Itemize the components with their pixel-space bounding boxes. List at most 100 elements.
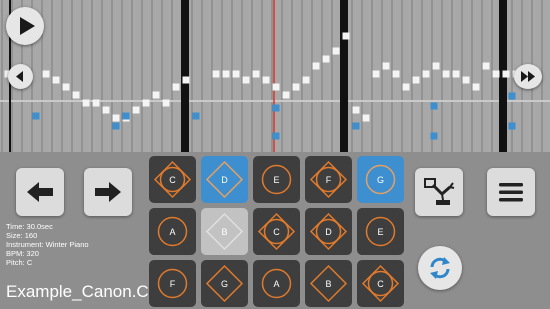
note-white: [152, 91, 160, 99]
note-white: [252, 70, 260, 78]
note-white: [212, 70, 220, 78]
note-key-f[interactable]: F: [149, 260, 196, 307]
note-white: [342, 32, 350, 40]
note-key-d[interactable]: D: [201, 156, 248, 203]
note-blue: [430, 132, 438, 140]
note-white: [242, 76, 250, 84]
fast-forward-button[interactable]: [514, 64, 542, 89]
key-label: D: [221, 174, 228, 185]
hamburger-menu-icon: [499, 183, 523, 202]
note-blue: [508, 122, 516, 130]
note-key-a[interactable]: A: [149, 208, 196, 255]
key-label: C: [169, 174, 176, 185]
auto-play-tool-button[interactable]: [415, 168, 463, 216]
play-button[interactable]: [6, 7, 44, 45]
note-key-b[interactable]: B: [305, 260, 352, 307]
note-white: [142, 99, 150, 107]
fast-forward-icon: [521, 71, 535, 82]
note-white: [412, 76, 420, 84]
note-white: [302, 76, 310, 84]
note-white: [232, 70, 240, 78]
key-label: G: [220, 278, 228, 289]
note-key-e[interactable]: E: [357, 208, 404, 255]
robot-arm-icon: [424, 178, 455, 205]
note-white: [492, 70, 500, 78]
note-white: [392, 70, 400, 78]
note-key-c[interactable]: C: [149, 156, 196, 203]
note-blue: [272, 104, 280, 112]
bar-separator: [181, 0, 189, 152]
note-white: [272, 83, 280, 91]
note-white: [42, 70, 50, 78]
note-key-g[interactable]: G: [357, 156, 404, 203]
note-blue: [122, 112, 130, 120]
info-pitch: Pitch: C: [6, 258, 33, 267]
control-panel: Time: 30.0sec Size: 160 Instrument: Wint…: [0, 152, 550, 309]
note-blue: [272, 132, 280, 140]
note-blue: [430, 102, 438, 110]
note-white: [402, 83, 410, 91]
note-white: [222, 70, 230, 78]
play-icon: [20, 17, 35, 35]
note-key-d[interactable]: D: [305, 208, 352, 255]
menu-button[interactable]: [487, 168, 535, 216]
scroll-left-button[interactable]: [8, 64, 33, 89]
note-white: [282, 91, 290, 99]
note-white: [322, 55, 330, 63]
note-key-f[interactable]: F: [305, 156, 352, 203]
note-blue: [352, 122, 360, 130]
note-key-b[interactable]: B: [201, 208, 248, 255]
note-white: [462, 76, 470, 84]
note-white: [172, 83, 180, 91]
key-label: C: [377, 278, 384, 289]
note-white: [52, 76, 60, 84]
key-label: E: [273, 174, 280, 185]
note-white: [72, 91, 80, 99]
note-blue: [32, 112, 40, 120]
key-label: A: [169, 226, 176, 237]
key-label: D: [325, 226, 332, 237]
note-blue: [192, 112, 200, 120]
previous-button[interactable]: [16, 168, 64, 216]
note-white: [352, 106, 360, 114]
note-white: [502, 70, 510, 78]
note-white: [422, 70, 430, 78]
note-white: [262, 76, 270, 84]
info-instrument: Instrument: Winter Piano: [6, 240, 89, 249]
key-label: A: [273, 278, 280, 289]
chevron-left-icon: [16, 71, 23, 82]
note-white: [92, 99, 100, 107]
piano-roll-grid[interactable]: [0, 0, 550, 152]
info-size: Size: 160: [6, 231, 38, 240]
key-label: B: [325, 278, 332, 289]
note-key-c[interactable]: C: [253, 208, 300, 255]
piano-roll[interactable]: [0, 0, 550, 152]
bar-separator: [340, 0, 348, 152]
arrow-right-icon: [95, 182, 121, 202]
note-white: [432, 62, 440, 70]
note-white: [472, 83, 480, 91]
note-white: [482, 62, 490, 70]
note-white: [382, 62, 390, 70]
note-white: [372, 70, 380, 78]
note-key-a[interactable]: A: [253, 260, 300, 307]
refresh-button[interactable]: [418, 246, 462, 290]
next-button[interactable]: [84, 168, 132, 216]
note-white: [442, 70, 450, 78]
key-label: E: [377, 226, 384, 237]
note-white: [102, 106, 110, 114]
note-white: [162, 99, 170, 107]
note-key-g[interactable]: G: [201, 260, 248, 307]
note-blue: [112, 122, 120, 130]
note-white: [292, 83, 300, 91]
note-white: [132, 106, 140, 114]
note-key-c[interactable]: C: [357, 260, 404, 307]
key-label: B: [221, 226, 228, 237]
note-white: [112, 114, 120, 122]
key-label: F: [325, 174, 332, 185]
note-key-e[interactable]: E: [253, 156, 300, 203]
song-info: Time: 30.0sec Size: 160 Instrument: Wint…: [6, 222, 89, 267]
arrow-left-icon: [27, 182, 53, 202]
note-white: [452, 70, 460, 78]
note-blue: [508, 92, 516, 100]
